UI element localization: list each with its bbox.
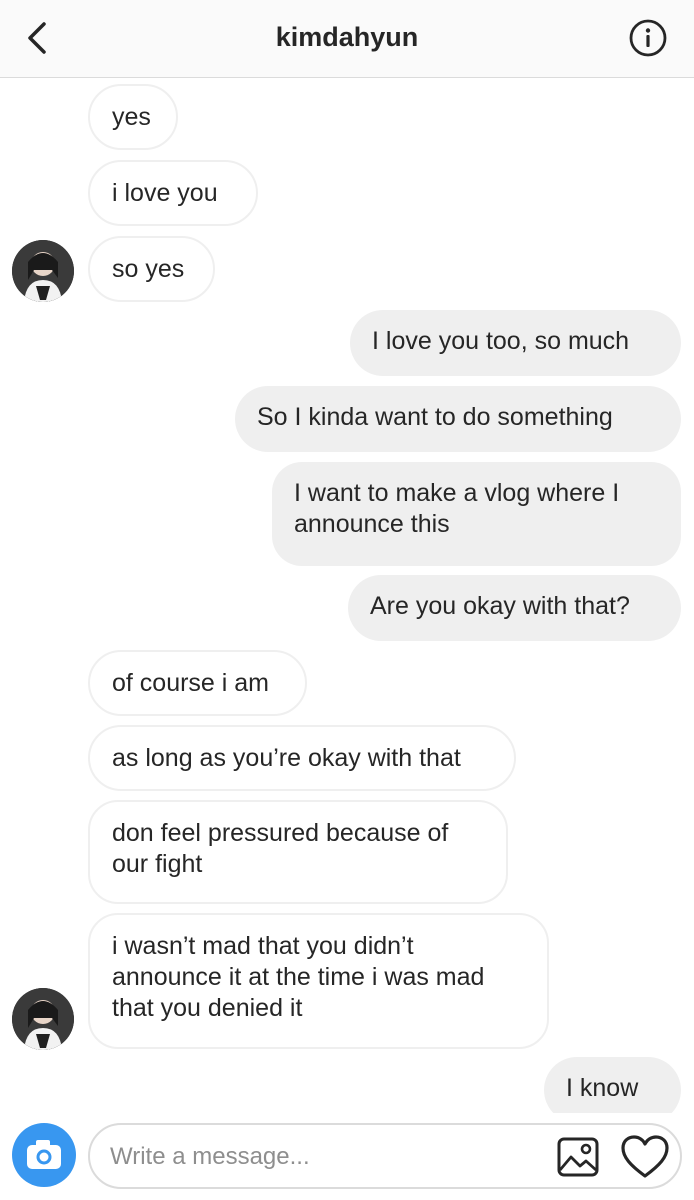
message-text: yes: [112, 103, 151, 131]
message-thread[interactable]: yes i love you so yes I love you too, so…: [0, 78, 694, 1113]
message-bubble-received[interactable]: as long as you’re okay with that: [88, 725, 516, 791]
message-text: Are you okay with that?: [370, 592, 630, 620]
message-text: i love you: [112, 179, 218, 207]
heart-icon: [621, 1135, 669, 1178]
message-input[interactable]: [108, 1125, 542, 1189]
avatar[interactable]: [12, 988, 74, 1050]
info-circle-icon: [629, 19, 667, 57]
info-button[interactable]: [628, 18, 668, 58]
message-bubble-received[interactable]: of course i am: [88, 650, 307, 716]
chat-header: kimdahyun: [0, 0, 694, 78]
message-text: i wasn’t mad that you didn’t announce it…: [112, 932, 485, 1022]
message-bubble-sent[interactable]: I want to make a vlog where I announce t…: [272, 462, 681, 566]
avatar[interactable]: [12, 240, 74, 302]
camera-icon: [27, 1140, 61, 1169]
gallery-button[interactable]: [556, 1136, 600, 1178]
message-bubble-received[interactable]: so yes: [88, 236, 215, 302]
message-bubble-sent[interactable]: I know: [544, 1057, 681, 1113]
message-bubble-received[interactable]: yes: [88, 84, 178, 150]
avatar-photo: [12, 240, 74, 302]
message-text: I know: [566, 1074, 639, 1102]
message-bubble-sent[interactable]: So I kinda want to do something: [235, 386, 681, 452]
image-icon: [557, 1137, 599, 1177]
message-text: I want to make a vlog where I announce t…: [294, 479, 620, 538]
message-text: of course i am: [112, 669, 270, 697]
camera-button[interactable]: [12, 1123, 76, 1187]
message-bubble-sent[interactable]: Are you okay with that?: [348, 575, 681, 641]
message-bubble-received[interactable]: i wasn’t mad that you didn’t announce it…: [88, 913, 549, 1049]
message-text: don feel pressured because of our fight: [112, 819, 449, 878]
message-text: So I kinda want to do something: [257, 403, 613, 431]
message-text: as long as you’re okay with that: [112, 744, 461, 772]
message-bubble-received[interactable]: don feel pressured because of our fight: [88, 800, 508, 904]
message-text: I love you too, so much: [372, 327, 630, 355]
message-text: so yes: [112, 255, 185, 283]
message-bubble-sent[interactable]: I love you too, so much: [350, 310, 681, 376]
conversation-title[interactable]: kimdahyun: [0, 22, 694, 53]
avatar-photo: [12, 988, 74, 1050]
message-bubble-received[interactable]: i love you: [88, 160, 258, 226]
message-input-container: [88, 1123, 682, 1189]
like-button[interactable]: [620, 1134, 670, 1180]
message-composer: [0, 1113, 694, 1200]
